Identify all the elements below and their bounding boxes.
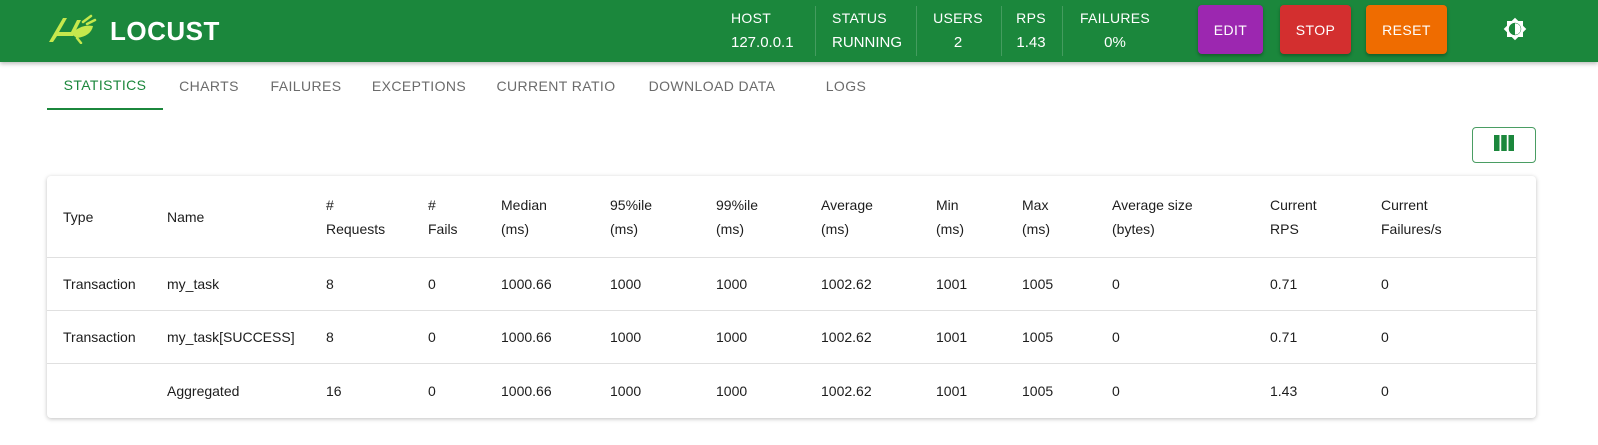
header-99ile[interactable]: 99%ile (ms) [716,176,758,257]
locust-logo-icon [47,14,97,49]
cell-fails: 0 [428,383,436,399]
top-app-bar: LOCUST HOST 127.0.0.1 STATUS RUNNING USE… [0,0,1598,62]
table-row: Transaction my_task 8 0 1000.66 1000 100… [47,258,1536,311]
header-95ile[interactable]: 95%ile (ms) [610,176,652,257]
table-row: Transaction my_task[SUCCESS] 8 0 1000.66… [47,311,1536,364]
header-name[interactable]: Name [167,176,204,257]
tab-logs[interactable]: LOGS [799,62,893,110]
tab-statistics[interactable]: STATISTICS [47,62,163,110]
stat-rps: RPS 1.43 [1014,0,1048,62]
stat-status-value: RUNNING [832,34,902,51]
cell-name: my_task[SUCCESS] [167,329,295,345]
cell-median: 1000.66 [501,276,552,292]
table-row-aggregated: Aggregated 16 0 1000.66 1000 1000 1002.6… [47,364,1536,418]
table-header-row: Type Name # Requests # Fails Median (ms)… [47,176,1536,258]
cell-average: 1002.62 [821,329,872,345]
header-min[interactable]: Min (ms) [936,176,964,257]
cell-name: my_task [167,276,220,292]
header-median[interactable]: Median (ms) [501,176,547,257]
cell-max: 1005 [1022,329,1054,345]
brand-name: LOCUST [110,15,220,46]
cell-average: 1002.62 [821,383,872,399]
cell-min: 1001 [936,383,968,399]
cell-requests: 16 [326,383,342,399]
cell-min: 1001 [936,276,968,292]
column-selector-button[interactable] [1472,127,1536,163]
stat-divider [1001,6,1002,56]
stat-users-value: 2 [953,34,963,51]
stat-divider [1062,6,1063,56]
cell-type: Transaction [63,329,136,345]
cell-fails: 0 [428,329,436,345]
cell-name: Aggregated [167,383,240,399]
cell-current-failures: 0 [1381,383,1389,399]
header-current-failures[interactable]: Current Failures/s [1381,176,1442,257]
stop-button[interactable]: STOP [1280,5,1351,54]
stat-rps-value: 1.43 [1016,34,1046,51]
cell-type: Transaction [63,276,136,292]
cell-requests: 8 [326,276,334,292]
statistics-table: Type Name # Requests # Fails Median (ms)… [47,176,1536,418]
header-max[interactable]: Max (ms) [1022,176,1050,257]
stat-divider [815,6,816,56]
stat-status: STATUS RUNNING [832,0,902,62]
stat-host: HOST 127.0.0.1 [731,0,794,62]
brand-logo[interactable]: LOCUST [47,14,220,49]
cell-current-rps: 0.71 [1270,276,1298,292]
cell-current-rps: 0.71 [1270,329,1298,345]
cell-fails: 0 [428,276,436,292]
header-average-size[interactable]: Average size (bytes) [1112,176,1193,257]
cell-95ile: 1000 [610,383,642,399]
stat-status-label: STATUS [832,10,887,26]
brightness-icon [1503,17,1527,46]
header-fails[interactable]: # Fails [428,176,458,257]
cell-99ile: 1000 [716,276,748,292]
stat-users: USERS 2 [928,0,988,62]
cell-max: 1005 [1022,276,1054,292]
stat-divider [916,6,917,56]
cell-95ile: 1000 [610,276,642,292]
cell-99ile: 1000 [716,329,748,345]
tab-download-data[interactable]: DOWNLOAD DATA [631,62,793,110]
stat-failures: FAILURES 0% [1077,0,1153,62]
cell-median: 1000.66 [501,329,552,345]
stat-failures-value: 0% [1104,34,1126,51]
cell-current-failures: 0 [1381,276,1389,292]
tab-failures[interactable]: FAILURES [255,62,357,110]
cell-average: 1002.62 [821,276,872,292]
header-requests[interactable]: # Requests [326,176,385,257]
view-column-icon [1494,134,1514,156]
header-type[interactable]: Type [63,176,93,257]
cell-median: 1000.66 [501,383,552,399]
cell-95ile: 1000 [610,329,642,345]
stat-host-value: 127.0.0.1 [731,34,794,51]
header-current-rps[interactable]: Current RPS [1270,176,1317,257]
reset-button[interactable]: RESET [1366,5,1447,54]
stat-host-label: HOST [731,10,772,26]
stat-failures-label: FAILURES [1079,10,1151,26]
tab-current-ratio[interactable]: CURRENT RATIO [481,62,631,110]
cell-99ile: 1000 [716,383,748,399]
tab-exceptions[interactable]: EXCEPTIONS [357,62,481,110]
tab-charts[interactable]: CHARTS [163,62,255,110]
cell-average-size: 0 [1112,383,1120,399]
edit-button[interactable]: EDIT [1198,5,1263,54]
stat-users-label: USERS [933,10,983,26]
theme-toggle-button[interactable] [1500,16,1530,46]
cell-max: 1005 [1022,383,1054,399]
stat-rps-label: RPS [1016,10,1046,26]
cell-average-size: 0 [1112,329,1120,345]
cell-average-size: 0 [1112,276,1120,292]
cell-requests: 8 [326,329,334,345]
cell-min: 1001 [936,329,968,345]
header-average[interactable]: Average (ms) [821,176,873,257]
cell-current-rps: 1.43 [1270,383,1298,399]
cell-current-failures: 0 [1381,329,1389,345]
